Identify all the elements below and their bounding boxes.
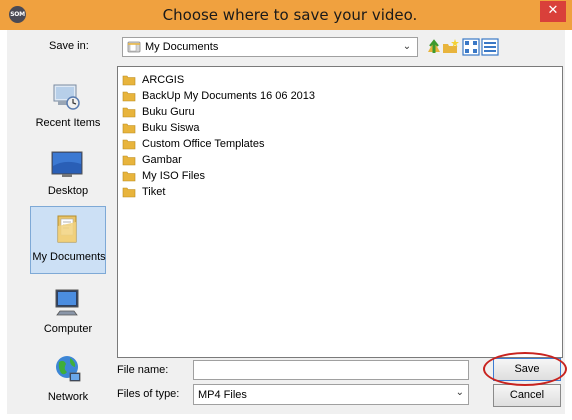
place-label: Network xyxy=(47,391,89,403)
chevron-down-icon[interactable]: ⌄ xyxy=(456,387,464,398)
list-item[interactable]: Custom Office Templates xyxy=(122,136,264,151)
save-in-label: Save in: xyxy=(49,40,89,52)
save-button[interactable]: Save xyxy=(493,358,561,381)
new-folder-icon[interactable] xyxy=(442,38,460,56)
close-button[interactable]: ✕ xyxy=(540,1,566,22)
file-name: Custom Office Templates xyxy=(142,137,265,150)
up-one-level-icon[interactable] xyxy=(425,38,443,56)
folder-icon xyxy=(122,171,136,181)
place-label: Recent Items xyxy=(35,117,101,129)
folder-icon xyxy=(122,139,136,149)
save-in-value: My Documents xyxy=(145,41,219,53)
file-name: BackUp My Documents 16 06 2013 xyxy=(142,89,316,102)
list-item[interactable]: ARCGIS xyxy=(122,72,184,87)
place-network[interactable]: Network xyxy=(30,348,106,410)
chevron-down-icon[interactable]: ⌄ xyxy=(399,39,415,55)
file-name-input[interactable] xyxy=(193,360,469,380)
file-list[interactable]: ARCGIS BackUp My Documents 16 06 2013 Bu… xyxy=(117,66,563,358)
place-my-documents[interactable]: My Documents xyxy=(30,206,106,274)
place-computer[interactable]: Computer xyxy=(30,280,106,342)
list-item[interactable]: Buku Guru xyxy=(122,104,195,119)
file-name: Buku Guru xyxy=(142,105,195,118)
list-view-icon[interactable] xyxy=(481,38,499,56)
folder-icon xyxy=(122,187,136,197)
place-recent-items[interactable]: Recent Items xyxy=(30,74,106,136)
file-name: Gambar xyxy=(142,153,182,166)
places-bar: Recent Items Desktop My Documents Comput… xyxy=(7,66,109,410)
file-type-dropdown[interactable]: MP4 Files ⌄ xyxy=(193,384,469,405)
file-type-label: Files of type: xyxy=(117,388,180,400)
place-label: Desktop xyxy=(47,185,89,197)
file-name-label: File name: xyxy=(117,364,169,376)
window-title: Choose where to save your video. xyxy=(162,6,418,24)
file-name: Tiket xyxy=(142,185,166,198)
recent-items-icon xyxy=(53,84,80,110)
desktop-icon xyxy=(51,151,83,177)
place-desktop[interactable]: Desktop xyxy=(30,142,106,204)
list-item[interactable]: Tiket xyxy=(122,184,165,199)
list-item[interactable]: Buku Siswa xyxy=(122,120,199,135)
folder-icon xyxy=(122,123,136,133)
title-bar: SOM Choose where to save your video. ✕ xyxy=(0,0,572,30)
place-label: Computer xyxy=(43,323,93,335)
file-name: Buku Siswa xyxy=(142,121,200,134)
file-type-value: MP4 Files xyxy=(198,389,247,401)
view-menu-icon[interactable] xyxy=(462,38,480,56)
list-item[interactable]: My ISO Files xyxy=(122,168,205,183)
place-label: My Documents xyxy=(32,251,106,263)
file-name: ARCGIS xyxy=(142,73,185,86)
dialog-body: Save in: My Documents ⌄ Recent Items Des… xyxy=(7,30,567,414)
list-item[interactable]: BackUp My Documents 16 06 2013 xyxy=(122,88,315,103)
list-item[interactable]: Gambar xyxy=(122,152,182,167)
folder-icon xyxy=(127,41,141,53)
folder-icon xyxy=(122,75,136,85)
save-in-dropdown[interactable]: My Documents ⌄ xyxy=(122,37,418,57)
folder-icon xyxy=(122,91,136,101)
my-documents-icon xyxy=(57,215,77,243)
computer-icon xyxy=(55,289,79,316)
folder-icon xyxy=(122,155,136,165)
cancel-button[interactable]: Cancel xyxy=(493,384,561,407)
app-logo-icon: SOM xyxy=(9,6,26,23)
file-name: My ISO Files xyxy=(142,169,205,182)
dialog-frame: Save in: My Documents ⌄ Recent Items Des… xyxy=(7,30,567,414)
network-icon xyxy=(56,356,81,382)
folder-icon xyxy=(122,107,136,117)
